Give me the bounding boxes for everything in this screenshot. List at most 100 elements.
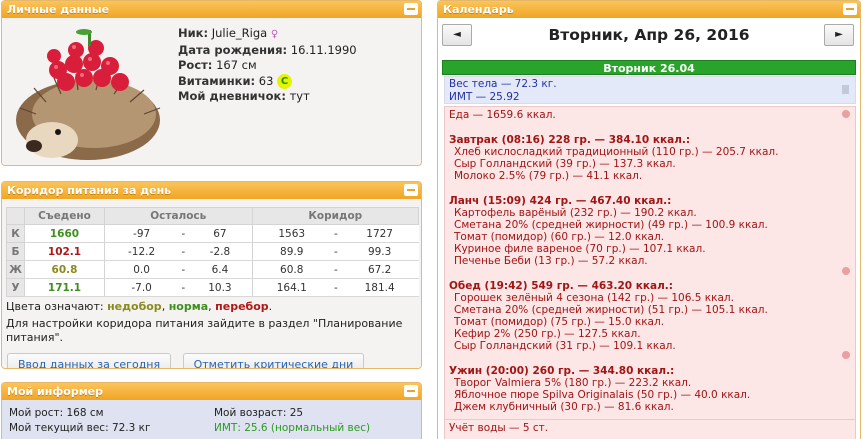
meal-item: Сыр Голландский (31 гр.) — 109.1 ккал.	[454, 340, 676, 352]
legend-norm: норма	[168, 300, 209, 313]
nick-row: Ник: Julie_Riga ♀	[178, 26, 357, 43]
height-label: Рост:	[178, 58, 213, 72]
eaten-cell: 102.1	[24, 242, 105, 261]
left-min-cell: -7.0	[104, 278, 179, 297]
button-row: Ввод данных за сегодня Отметить критичес…	[6, 353, 417, 368]
weight-text: Вес тела — 72.3 кг.	[449, 78, 557, 90]
personal-info: Ник: Julie_Riga ♀ Дата рождения: 16.11.1…	[178, 26, 357, 105]
informer-widget[interactable]: Мой рост: 168 см Мой текущий вес: 72.3 к…	[2, 400, 421, 439]
meal-title-supper: Ужин (20:00) 260 гр. — 344.80 ккал.:	[449, 365, 675, 377]
informer-panel: Мой информер Мой рост: 168 см Мой текущи…	[1, 382, 422, 439]
panel-header: Личные данные	[2, 1, 421, 18]
panel-header: Мой информер	[2, 383, 421, 400]
dash: -	[178, 242, 189, 261]
meal-item: Джем клубничный (30 гр.) — 81.6 ккал.	[454, 401, 674, 413]
day-header[interactable]: Вторник 26.04	[442, 60, 856, 75]
meal-item: Сыр Голландский (39 гр.) — 137.3 ккал.	[454, 158, 676, 170]
meal-item: Горошек зелёный 4 сезона (142 гр.) — 106…	[454, 292, 734, 304]
food-entry[interactable]: Еда — 1659.6 ккал. Завтрак (08:16) 228 г…	[444, 106, 856, 436]
edit-dot-icon[interactable]	[842, 267, 850, 275]
informer-age: Мой возраст: 25	[214, 407, 304, 419]
panel-title: Календарь	[443, 3, 514, 16]
left-min-cell: -12.2	[104, 242, 179, 261]
meal-item: Томат (помидор) (75 гр.) — 15.0 ккал.	[454, 316, 665, 328]
meal-title-breakfast: Завтрак (08:16) 228 гр. — 384.10 ккал.:	[449, 134, 691, 146]
corridor-min-cell: 164.1	[252, 278, 331, 297]
dob-label: Дата рождения:	[178, 42, 288, 57]
dash: -	[330, 260, 341, 279]
col-header-eaten: Съедено	[24, 207, 105, 225]
color-legend: Цвета означают: недобор, норма, перебор.	[6, 300, 273, 313]
table-row: У 171.1 -7.0 - 10.3 164.1 - 181.4	[6, 278, 419, 297]
corridor-hint: Для настройки коридора питания зайдите в…	[6, 317, 403, 344]
meal-title-lunch: Ланч (15:09) 424 гр. — 467.40 ккал.:	[449, 195, 672, 207]
edit-dot-icon[interactable]	[842, 110, 850, 118]
minimize-button[interactable]	[404, 385, 418, 397]
row-label: У	[6, 278, 25, 297]
nick-value[interactable]: Julie_Riga	[212, 26, 267, 40]
meal-item: Творог Valmiera 5% (180 гр.) — 223.2 кка…	[454, 377, 692, 389]
informer-col2: Мой возраст: 25 ИМТ: 25.6 (нормальный ве…	[214, 406, 370, 436]
table-header-row: Съедено Осталось Коридор	[6, 207, 420, 225]
panel-header: Коридор питания за день	[2, 182, 421, 199]
panel-title: Коридор питания за день	[7, 184, 172, 197]
diary-label: Мой дневничок:	[178, 89, 286, 103]
row-label: Ж	[6, 260, 25, 279]
corridor-max-cell: 99.3	[340, 242, 419, 261]
panel-header: Календарь	[438, 1, 860, 18]
vitamins-value: 63	[258, 73, 274, 88]
dash: -	[178, 278, 189, 297]
legend-under: недобор	[107, 300, 162, 313]
next-day-button[interactable]: ►	[824, 24, 854, 46]
dash: -	[330, 278, 341, 297]
dob-row: Дата рождения: 16.11.1990	[178, 43, 357, 59]
edit-dot-icon[interactable]	[842, 351, 850, 359]
bmi-text: ИМТ — 25.92	[449, 91, 520, 103]
hedgehog-avatar	[16, 29, 161, 160]
water-entry[interactable]: Учёт воды — 5 ст.	[444, 419, 856, 439]
table-row: Б 102.1 -12.2 - -2.8 89.9 - 99.3	[6, 242, 419, 261]
meal-item: Яблочное пюре Spilva Originalais (50 гр.…	[454, 389, 751, 401]
meal-item: Кефир 2% (250 гр.) — 127.5 ккал.	[454, 328, 641, 340]
diary-link[interactable]: тут	[290, 89, 310, 103]
col-header-corridor: Коридор	[251, 207, 420, 225]
minimize-button[interactable]	[843, 3, 857, 15]
legend-over: перебор	[215, 300, 269, 313]
panel-title: Мой информер	[7, 385, 104, 398]
corridor-min-cell: 89.9	[252, 242, 331, 261]
female-icon: ♀	[270, 29, 279, 40]
left-max-cell: -2.8	[188, 242, 253, 261]
trash-icon[interactable]	[842, 85, 849, 94]
minimize-button[interactable]	[404, 184, 418, 196]
legend-prefix: Цвета означают:	[6, 300, 104, 313]
meal-item: Томат (помидор) (60 гр.) — 12.0 ккал.	[454, 231, 665, 243]
corner-cell	[6, 207, 25, 225]
calendar-panel: Календарь ◄ Вторник, Апр 26, 2016 ► Втор…	[437, 0, 861, 439]
left-max-cell: 10.3	[188, 278, 253, 297]
corridor-table: Съедено Осталось Коридор К 1660 -97 - 67…	[6, 207, 420, 297]
informer-bmi: ИМТ: 25.6 (нормальный вес)	[214, 422, 371, 434]
table-row: К 1660 -97 - 67 1563 - 1727	[6, 224, 419, 243]
eaten-cell: 60.8	[24, 260, 105, 279]
table-row: Ж 60.8 0.0 - 6.4 60.8 - 67.2	[6, 260, 419, 279]
weight-entry[interactable]: Вес тела — 72.3 кг. ИМТ — 25.92	[444, 76, 856, 104]
row-label: К	[6, 224, 25, 243]
corridor-min-cell: 1563	[252, 224, 331, 243]
meal-item: Сметана 20% (средней жирности) (49 гр.) …	[454, 219, 768, 231]
left-max-cell: 6.4	[188, 260, 253, 279]
nick-label: Ник:	[178, 26, 209, 40]
height-value: 167 см	[216, 58, 257, 72]
enter-today-data-button[interactable]: Ввод данных за сегодня	[7, 353, 172, 368]
dash: -	[330, 224, 341, 243]
dash: -	[178, 224, 189, 243]
corridor-max-cell: 67.2	[340, 260, 419, 279]
mark-critical-days-button[interactable]: Отметить критические дни	[182, 353, 365, 368]
vitamin-c-icon: C	[277, 73, 293, 89]
row-label: Б	[6, 242, 25, 261]
meal-item: Печенье Беби (13 гр.) — 57.2 ккал.	[454, 255, 648, 267]
left-min-cell: 0.0	[104, 260, 179, 279]
dash: -	[178, 260, 189, 279]
minimize-button[interactable]	[404, 3, 418, 15]
diary-row: Мой дневничок: тут	[178, 89, 357, 105]
personal-data-panel: Личные данные Ник: Julie_Riga ♀ Дата рож…	[1, 0, 422, 166]
